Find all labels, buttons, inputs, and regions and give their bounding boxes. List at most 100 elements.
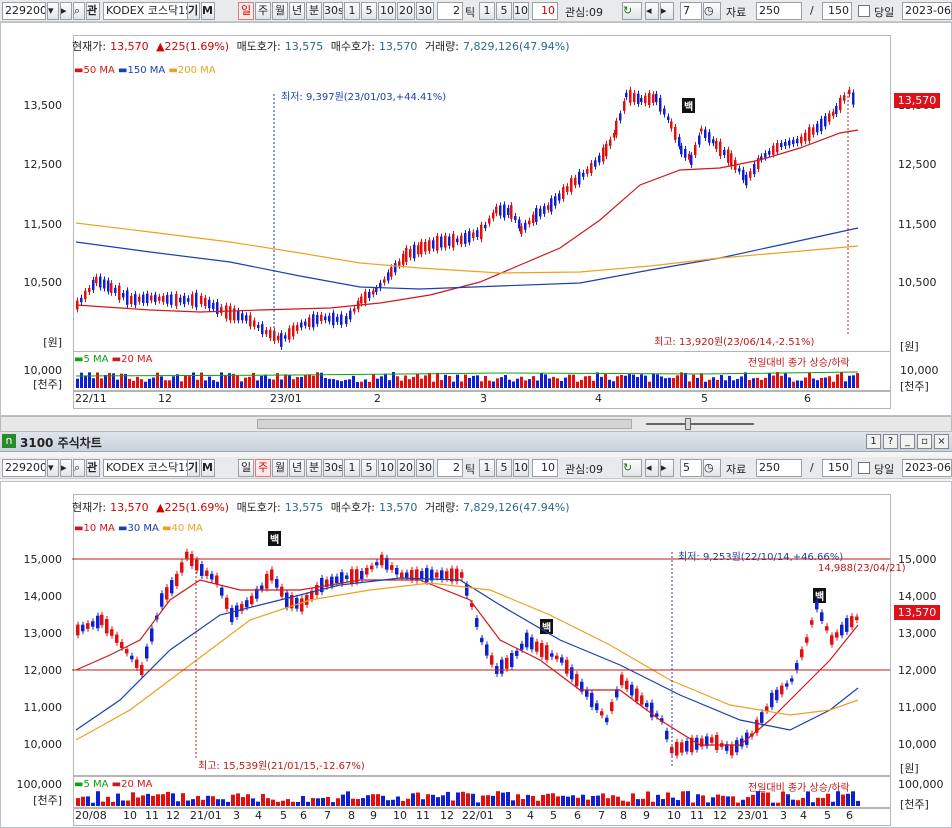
x-tick: 5 — [824, 809, 831, 822]
refresh-icon[interactable]: ↻ — [622, 459, 642, 477]
period-button[interactable]: 30 — [416, 2, 434, 20]
total-input[interactable]: 150 — [822, 459, 852, 477]
clock-icon[interactable]: ◷ — [703, 459, 721, 477]
period-button[interactable]: 월 — [272, 2, 288, 20]
period-button[interactable]: 1 — [344, 2, 360, 20]
prev-arrow-icon[interactable]: ◂ — [645, 2, 659, 20]
period-button[interactable]: 주 — [255, 2, 271, 20]
window-control-button[interactable]: ? — [883, 434, 898, 449]
period-button[interactable]: 30s — [323, 2, 343, 20]
total-input[interactable]: 150 — [822, 2, 852, 20]
spin-value-input[interactable]: 5 — [680, 459, 702, 477]
quote-info: 현재가: 13,570 ▲225(1.69%) 매도호가: 13,575 매수호가:… — [72, 499, 574, 515]
gi-button[interactable]: 기 — [187, 2, 200, 20]
count-select[interactable]: 250 — [756, 2, 802, 20]
period-button[interactable]: 년 — [289, 459, 305, 477]
period-button[interactable]: 월 — [272, 459, 288, 477]
period-button[interactable]: 주 — [255, 459, 271, 477]
period-button[interactable]: 일 — [238, 459, 254, 477]
x-tick: 4 — [255, 809, 262, 822]
y-tick: 10,000 — [23, 738, 63, 751]
code-dropdown-arrow[interactable]: ▾ — [47, 459, 59, 477]
unit-vol-label: [천주] — [33, 378, 62, 391]
unit-price-label-right: [원] — [900, 340, 919, 353]
period-button[interactable]: 10 — [378, 2, 396, 20]
period-button[interactable]: 30 — [416, 459, 434, 477]
tick-step-button[interactable]: 5 — [496, 2, 512, 20]
code-dropdown-arrow[interactable]: ▾ — [47, 2, 59, 20]
period-button[interactable]: 년 — [289, 2, 305, 20]
period-button[interactable]: 20 — [397, 459, 415, 477]
period-button[interactable]: 5 — [361, 2, 377, 20]
search-icon[interactable]: ⌕ — [73, 459, 85, 477]
period-button[interactable]: 분 — [306, 2, 322, 20]
x-tick: 11 — [416, 809, 430, 822]
today-checkbox[interactable] — [858, 5, 870, 17]
x-tick: 12 — [166, 809, 180, 822]
tick-step-button[interactable]: 1 — [479, 2, 495, 20]
tick-input[interactable]: 10 — [532, 459, 558, 477]
x-tick: 3 — [233, 809, 240, 822]
x-tick: 4 — [595, 392, 602, 405]
today-checkbox[interactable] — [858, 462, 870, 474]
count-select[interactable]: 250 — [756, 459, 802, 477]
ma-legend: ▬50 MA ▬150 MA ▬200 MA — [74, 65, 216, 76]
search-icon[interactable]: ⌕ — [73, 2, 85, 20]
tick-step-button[interactable]: 5 — [496, 459, 512, 477]
next-arrow-icon[interactable]: ▸ — [660, 459, 674, 477]
x-tick: 2 — [374, 392, 381, 405]
refresh-icon[interactable]: ↻ — [622, 2, 642, 20]
zoom-slider-handle[interactable] — [685, 418, 691, 430]
code-input[interactable]: 229200 — [2, 2, 46, 20]
next-arrow-icon[interactable]: ▸ — [60, 459, 72, 477]
x-tick: 3 — [480, 392, 487, 405]
date-input[interactable]: 2023-06- — [902, 2, 952, 20]
tick-step-button[interactable]: 1 — [479, 459, 495, 477]
tick-value-input[interactable]: 2 — [437, 459, 463, 477]
window-control-button[interactable]: _ — [900, 434, 915, 449]
tick-input[interactable]: 10 — [532, 2, 558, 20]
tick-step-button[interactable]: 10 — [513, 2, 529, 20]
stock-name-field[interactable]: KODEX 코스닥15 — [103, 2, 199, 20]
tick-value-input[interactable]: 2 — [437, 2, 463, 20]
tick-step-button[interactable]: 10 — [513, 459, 529, 477]
gwan-button[interactable]: 관 — [86, 459, 100, 477]
y-tick: 12,000 — [23, 664, 63, 677]
m-button[interactable]: M — [201, 459, 215, 477]
spin-value-input[interactable]: 7 — [680, 2, 702, 20]
period-button[interactable]: 분 — [306, 459, 322, 477]
ask-value: 13,575 — [284, 40, 324, 53]
window-control-button[interactable]: × — [934, 434, 949, 449]
cur-label: 현재가: — [72, 40, 107, 53]
date-input[interactable]: 2023-06- — [902, 459, 952, 477]
window-control-button[interactable]: ▫ — [917, 434, 932, 449]
clock-icon[interactable]: ◷ — [703, 2, 721, 20]
period-button[interactable]: 20 — [397, 2, 415, 20]
price-chart-area[interactable] — [73, 494, 891, 776]
next-arrow-icon[interactable]: ▸ — [660, 2, 674, 20]
current-price-tag: 13,570 — [894, 93, 940, 108]
period-button[interactable]: 1 — [344, 459, 360, 477]
y-tick: 15,000 — [23, 553, 63, 566]
scroll-thumb[interactable] — [257, 419, 632, 429]
prev-arrow-icon[interactable]: ◂ — [645, 459, 659, 477]
chart-scrollbar[interactable] — [0, 416, 952, 432]
stock-name-field[interactable]: KODEX 코스닥15 — [103, 459, 199, 477]
zoom-slider-track[interactable] — [646, 423, 754, 425]
x-tick: 20/08 — [75, 809, 107, 822]
period-button[interactable]: 10 — [378, 459, 396, 477]
price-chart-area[interactable] — [73, 35, 891, 367]
gwan-button[interactable]: 관 — [86, 2, 100, 20]
m-button[interactable]: M — [201, 2, 215, 20]
y-tick-right: 10,500 — [898, 276, 937, 289]
period-button[interactable]: 30s — [323, 459, 343, 477]
high-annotation: 최고: 15,539원(21/01/15,-12.67%) — [198, 761, 365, 772]
gi-button[interactable]: 기 — [187, 459, 200, 477]
next-arrow-icon[interactable]: ▸ — [60, 2, 72, 20]
y-tick-right: 11,500 — [898, 218, 937, 231]
window-control-button[interactable]: 1 — [866, 434, 881, 449]
code-input[interactable]: 229200 — [2, 459, 46, 477]
chart-window-titlebar: n 3100 주식차트 1? _ ▫ × — [0, 432, 952, 452]
period-button[interactable]: 일 — [238, 2, 254, 20]
period-button[interactable]: 5 — [361, 459, 377, 477]
